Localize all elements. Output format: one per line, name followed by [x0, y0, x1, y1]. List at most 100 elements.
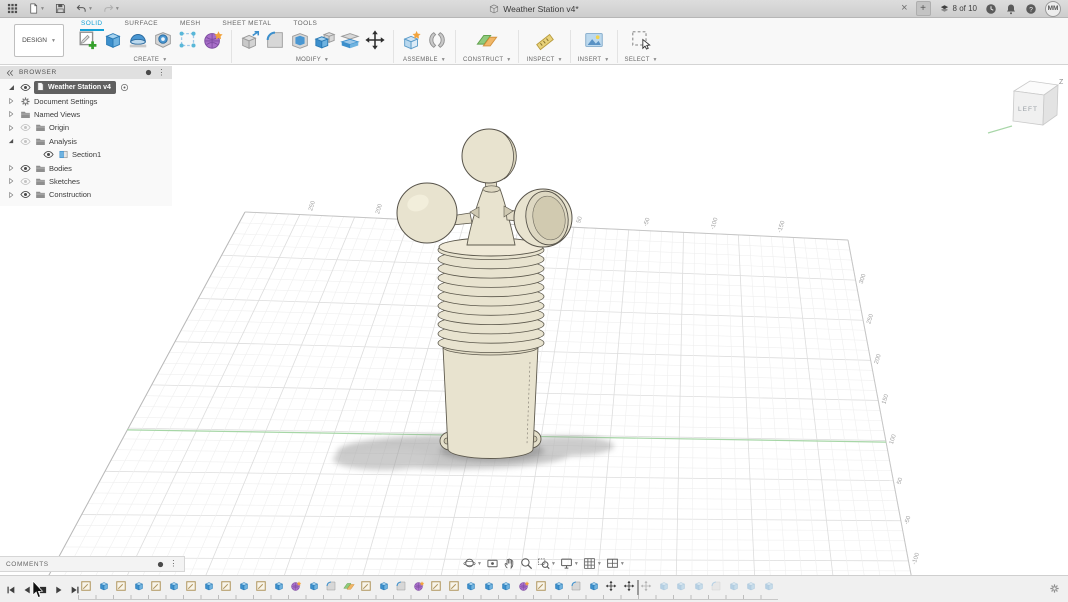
timeline-feature-fillet[interactable]: [570, 580, 582, 592]
visibility-eye-icon[interactable]: [42, 149, 54, 160]
visibility-eye-icon[interactable]: [19, 136, 31, 147]
timeline-feature-extrude[interactable]: [203, 580, 215, 592]
timeline-feature-extrude[interactable]: [483, 580, 495, 592]
pan-icon[interactable]: [503, 557, 516, 570]
group-label-construct[interactable]: CONSTRUCT ▼: [463, 57, 511, 63]
timeline-feature-fillet[interactable]: [710, 580, 722, 592]
timeline-feature-extrude[interactable]: [553, 580, 565, 592]
visibility-eye-icon[interactable]: [19, 122, 31, 133]
timeline-feature-extrude[interactable]: [728, 580, 740, 592]
timeline-feature-fillet[interactable]: [325, 580, 337, 592]
browser-item-analysis[interactable]: Analysis: [0, 135, 172, 148]
joint-icon[interactable]: [426, 29, 448, 56]
avatar[interactable]: MM: [1045, 1, 1061, 17]
timeline-feature-sketch[interactable]: [115, 580, 127, 592]
grid-settings-icon[interactable]: ▼: [583, 557, 602, 570]
visibility-eye-icon[interactable]: [19, 82, 31, 93]
weather-station-model[interactable]: [333, 129, 614, 470]
measure-icon[interactable]: [534, 29, 556, 56]
timeline-feature-extrude[interactable]: [308, 580, 320, 592]
select-box-icon[interactable]: [630, 29, 652, 56]
stop-button[interactable]: [38, 582, 48, 600]
timeline-feature-extrude[interactable]: [168, 580, 180, 592]
timeline-settings-gear-icon[interactable]: [1049, 583, 1060, 594]
group-label-select[interactable]: SELECT ▼: [625, 57, 658, 63]
comments-menu-icon[interactable]: ⋮: [169, 560, 178, 568]
timeline-feature-sketch[interactable]: [535, 580, 547, 592]
timeline-feature-sketch[interactable]: [80, 580, 92, 592]
document-counter[interactable]: 8 of 10: [939, 3, 977, 14]
root-component[interactable]: Weather Station v4: [34, 81, 116, 94]
new-tab-button[interactable]: +: [916, 1, 931, 16]
timeline-feature-move[interactable]: [623, 580, 635, 592]
group-label-inspect[interactable]: INSPECT ▼: [526, 57, 562, 63]
expand-icon[interactable]: [6, 124, 16, 132]
timeline-feature-extrude[interactable]: [273, 580, 285, 592]
timeline-feature-sketch[interactable]: [360, 580, 372, 592]
construct-plane-icon[interactable]: [476, 29, 498, 56]
timeline-feature-sketch[interactable]: [448, 580, 460, 592]
group-label-assemble[interactable]: ASSEMBLE ▼: [403, 57, 446, 63]
visibility-eye-icon[interactable]: [19, 163, 31, 174]
notifications-bell-icon[interactable]: [1005, 3, 1017, 15]
extrude-icon[interactable]: [102, 29, 124, 56]
timeline-feature-extrude[interactable]: [238, 580, 250, 592]
view-cube[interactable]: LEFT Z: [988, 79, 1064, 133]
close-tab-button[interactable]: ×: [901, 3, 907, 14]
timeline-feature-sketch[interactable]: [430, 580, 442, 592]
expand-icon[interactable]: [6, 164, 16, 172]
expand-icon[interactable]: [6, 137, 16, 145]
timeline-feature-sketch[interactable]: [185, 580, 197, 592]
insert-image-icon[interactable]: [583, 29, 605, 56]
go-to-start-button[interactable]: [6, 582, 16, 600]
expand-icon[interactable]: [6, 110, 16, 118]
viewports-icon[interactable]: ▼: [606, 557, 625, 570]
look-at-icon[interactable]: [486, 557, 499, 570]
timeline-ruler[interactable]: [78, 595, 778, 600]
offset-face-icon[interactable]: [339, 29, 361, 56]
group-label-create[interactable]: CREATE ▼: [134, 57, 168, 63]
timeline-feature-extrude[interactable]: [763, 580, 775, 592]
panel-menu-icon[interactable]: ⋮: [157, 69, 166, 77]
visibility-eye-icon[interactable]: [19, 189, 31, 200]
display-settings-icon[interactable]: ▼: [560, 557, 579, 570]
timeline-feature-sketch[interactable]: [150, 580, 162, 592]
create-sketch-icon[interactable]: [77, 29, 99, 56]
activate-component-radio[interactable]: [119, 83, 131, 92]
new-component-icon[interactable]: [401, 29, 423, 56]
help-icon[interactable]: ?: [1025, 3, 1037, 15]
job-status-icon[interactable]: [985, 3, 997, 15]
browser-item-section1[interactable]: Section1: [0, 148, 172, 161]
timeline-feature-extrude[interactable]: [98, 580, 110, 592]
viewcube-face-label[interactable]: LEFT: [1018, 106, 1038, 113]
browser-item-sketches[interactable]: Sketches: [0, 175, 172, 188]
browser-item-origin[interactable]: Origin: [0, 121, 172, 134]
expand-icon[interactable]: [6, 177, 16, 185]
comments-panel[interactable]: COMMENTS ⋮: [0, 556, 185, 572]
move-icon[interactable]: [364, 29, 386, 56]
timeline-feature-extrude[interactable]: [675, 580, 687, 592]
timeline-feature-extrude[interactable]: [588, 580, 600, 592]
group-label-modify[interactable]: MODIFY ▼: [296, 57, 329, 63]
browser-item-construction[interactable]: Construction: [0, 188, 172, 201]
step-forward-button[interactable]: [54, 582, 64, 600]
timeline-feature-extrude[interactable]: [693, 580, 705, 592]
timeline-feature-fillet[interactable]: [395, 580, 407, 592]
combine-icon[interactable]: [314, 29, 336, 56]
shell-icon[interactable]: [289, 29, 311, 56]
collapse-panel-icon[interactable]: [6, 69, 14, 77]
form-icon[interactable]: [202, 29, 224, 56]
browser-item-document-settings[interactable]: Document Settings: [0, 94, 172, 107]
timeline-feature-sketch[interactable]: [255, 580, 267, 592]
expand-icon[interactable]: [6, 83, 16, 92]
timeline-feature-extrude[interactable]: [658, 580, 670, 592]
window-zoom-icon[interactable]: ▼: [537, 557, 556, 570]
visibility-eye-icon[interactable]: [19, 176, 31, 187]
step-back-button[interactable]: [22, 582, 32, 600]
timeline-feature-move[interactable]: [605, 580, 617, 592]
zoom-icon[interactable]: [520, 557, 533, 570]
fillet-icon[interactable]: [264, 29, 286, 56]
timeline-feature-sketch[interactable]: [220, 580, 232, 592]
browser-item-named-views[interactable]: Named Views: [0, 108, 172, 121]
browser-root-row[interactable]: Weather Station v4: [0, 81, 172, 94]
